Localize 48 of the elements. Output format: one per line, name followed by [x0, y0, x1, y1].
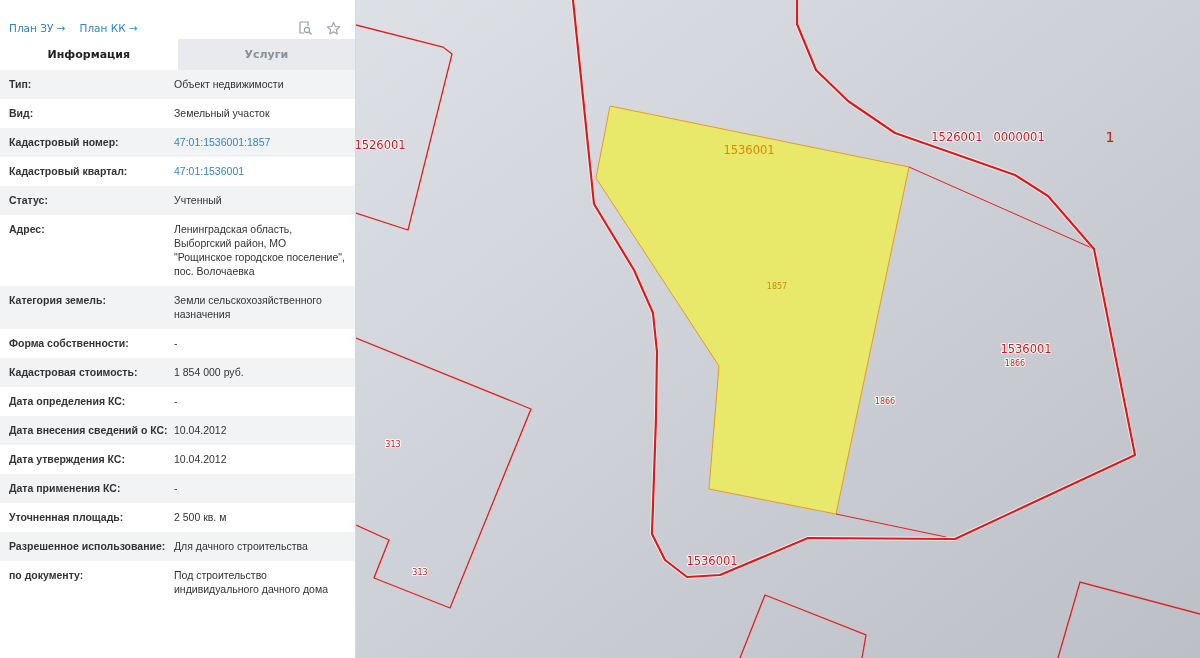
field-value: Земельный участок [174, 106, 271, 120]
field-value: - [174, 336, 179, 350]
parcel-number-label: 1866 [1004, 359, 1026, 368]
cadastral-link[interactable]: 47:01:1536001:1857 [174, 135, 347, 149]
field-label: Статус: [9, 193, 49, 207]
field-value: 1 854 000 руб. [174, 365, 245, 379]
field-value: Для дачного строительства [174, 539, 309, 553]
field-label: Форма собственности: [9, 336, 130, 350]
cadastral-link[interactable]: 47:01:1536001 [174, 164, 347, 178]
field-label: Дата утверждения КС: [9, 452, 126, 466]
field-label: Дата определения КС: [9, 394, 127, 408]
field-label: Разрешенное использование: [9, 539, 167, 553]
plan-link[interactable]: План КК → [79, 22, 138, 34]
quarter-number-label: 1536001 [723, 143, 775, 157]
field-label: Кадастровый квартал: [9, 164, 129, 178]
parcel-number-label: 1866 [874, 397, 896, 406]
field-label: Дата внесения сведений о КС: [9, 423, 169, 437]
field-value: - [174, 481, 179, 495]
field-value: Под строительство индивидуального дачного дома [174, 568, 329, 596]
parcel-number-label: 313 [412, 568, 428, 577]
quarter-number-label: 1526001 [356, 138, 406, 152]
field-label: Дата применения КС: [9, 481, 122, 495]
parcel-number-label: 1857 [766, 282, 788, 291]
field-label: Адрес: [9, 222, 46, 237]
field-label: Уточненная площадь: [9, 510, 125, 524]
field-label: Вид: [9, 106, 35, 120]
search-document-icon[interactable] [298, 21, 312, 35]
field-value: - [174, 394, 179, 408]
tab[interactable]: Услуги [177, 39, 355, 70]
field-value: 2 500 кв. м [174, 510, 228, 524]
quarter-number-label: 1536001 [686, 554, 738, 568]
parcel-number-label: 313 [385, 440, 401, 449]
field-value: Учтенный [174, 193, 223, 207]
field-value: 10.04.2012 [174, 423, 228, 437]
star-icon[interactable] [326, 20, 341, 36]
field-label: Категория земель: [9, 293, 107, 308]
field-value: 10.04.2012 [174, 452, 228, 466]
field-value: Объект недвижимости [174, 77, 285, 91]
plan-link[interactable]: План ЗУ → [9, 22, 66, 34]
field-label: Тип: [9, 77, 33, 91]
zone-number-label: 1 [1105, 129, 1115, 145]
field-value: Земли сельскохозяйственного назначения [174, 293, 323, 321]
quarter-number-label: 1526001 0000001 [931, 130, 1045, 144]
field-label: по документу: [9, 568, 85, 583]
field-value: Ленинградская область, Выборгский район, МО "Рощинское городское поселение", пос. Волочаевка [174, 222, 346, 278]
quarter-number-label: 1536001 [1000, 342, 1052, 356]
field-label: Кадастровый номер: [9, 135, 120, 149]
field-label: Кадастровая стоимость: [9, 365, 139, 379]
